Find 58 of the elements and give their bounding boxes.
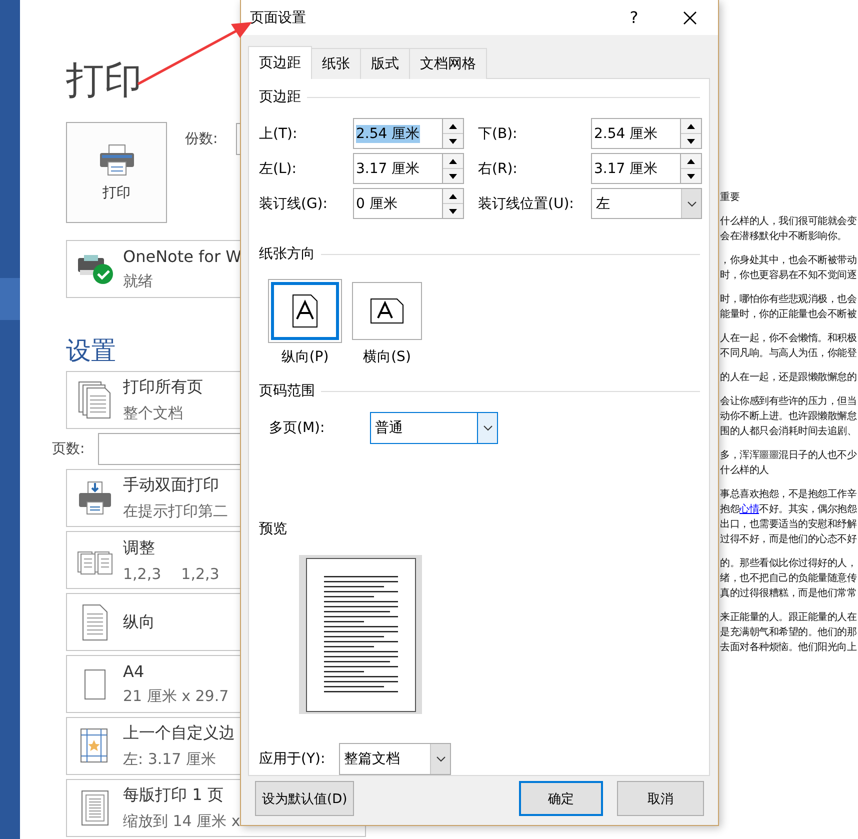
dialog-title: 页面设置 xyxy=(250,8,307,26)
document-text: 时，你也更容易在不知不觉间逐 xyxy=(720,268,856,283)
option-title: 调整 xyxy=(123,538,156,558)
document-text: 来正能量的人。跟正能量的人在 xyxy=(720,610,856,625)
page-title: 打印 xyxy=(66,57,142,104)
section-heading: 页码范围 xyxy=(259,382,315,400)
field-label: 应用于(Y): xyxy=(259,750,326,768)
option-title: 打印所有页 xyxy=(123,377,203,398)
field-label: 装订线(G): xyxy=(259,194,328,212)
document-text: 什么样的人，我们很可能就会变 xyxy=(720,214,856,229)
document-text: 多，浑浑噩噩混日子的人也不少 xyxy=(720,448,856,463)
option-title: 上一个自定义边 xyxy=(123,723,235,744)
document-text: 能量时，你的正能量也会不断被 xyxy=(720,308,856,322)
pages-label: 页数: xyxy=(52,440,85,458)
orientation-label: 纵向(P) xyxy=(281,348,329,366)
field-label: 左(L): xyxy=(259,160,298,178)
printer-status: 就绪 xyxy=(123,272,154,291)
document-text: 人在一起，你不会懒惰。和积极 xyxy=(720,332,856,346)
field-label: 下(B): xyxy=(478,124,518,142)
document-text: 会在潜移默化中不断影响你。 xyxy=(720,230,847,244)
field-label: 上(T): xyxy=(259,124,298,142)
field-label: 右(R): xyxy=(478,160,518,178)
section-heading: 设置 xyxy=(66,335,116,367)
option-detail: 整个文档 xyxy=(123,404,183,423)
option-title: 手动双面打印 xyxy=(123,475,220,496)
section-heading: 纸张方向 xyxy=(259,245,315,263)
document-text: 过得不好，而是他们的心态不好 xyxy=(720,532,856,547)
document-text: 事总喜欢抱怨，不是抱怨工作辛 xyxy=(720,488,856,502)
section-heading: 页边距 xyxy=(259,88,301,106)
document-text: 去面对各种烦恼。他们阳光向上 xyxy=(720,640,856,655)
document-text: 重要 xyxy=(720,190,740,205)
document-text: 抱怨心情不好。其实，偶尔抱怨 xyxy=(720,502,856,517)
document-text: 绪，也不把自己的负能量随意传 xyxy=(720,572,856,586)
document-text: 的人在一起，还是跟懒散懈怠的 xyxy=(720,370,856,385)
document-text: 的。那些看似比你过得好的人， xyxy=(720,556,856,571)
document-text: 会让你感到有些许的压力，但当 xyxy=(720,394,856,409)
document-text: 动你不断上进。也许跟懒散懈怠 xyxy=(720,410,856,424)
orientation-label: 横向(S) xyxy=(363,348,411,366)
option-detail: 左: 3.17 厘米 xyxy=(123,750,216,769)
option-detail: 1,2,3 xyxy=(181,564,220,582)
option-detail: 21 厘米 x 29.7 xyxy=(123,687,229,706)
printer-name: OneNote for W xyxy=(123,247,242,266)
field-label: 装订线位置(U): xyxy=(478,194,575,212)
document-text: 围的人都只会消耗时间去追剧、 xyxy=(720,424,856,439)
option-title: 纵向 xyxy=(123,612,155,632)
option-title: 每版打印 1 页 xyxy=(123,785,224,806)
option-detail: 1,2,3 xyxy=(123,564,162,582)
document-text: ，你身处其中，也会不断被带动 xyxy=(720,254,856,268)
document-text: 不同凡响。与高人为伍，你能登 xyxy=(720,346,856,361)
document-text: 时，哪怕你有些悲观消极，也会 xyxy=(720,292,856,307)
document-text: 出口，也需要适当的安慰和纾解 xyxy=(720,518,856,532)
document-text: 什么样的人 xyxy=(720,464,769,478)
option-detail: 缩放到 14 厘米 x xyxy=(123,812,240,831)
document-text: 是充满朝气和希望的。他们的那 xyxy=(720,626,856,640)
copies-label: 份数: xyxy=(185,130,218,148)
option-detail: 在提示打印第二 xyxy=(123,502,228,521)
document-text: 真的过得很糟糕，而是他们常常 xyxy=(720,586,856,601)
option-title: A4 xyxy=(123,662,146,681)
